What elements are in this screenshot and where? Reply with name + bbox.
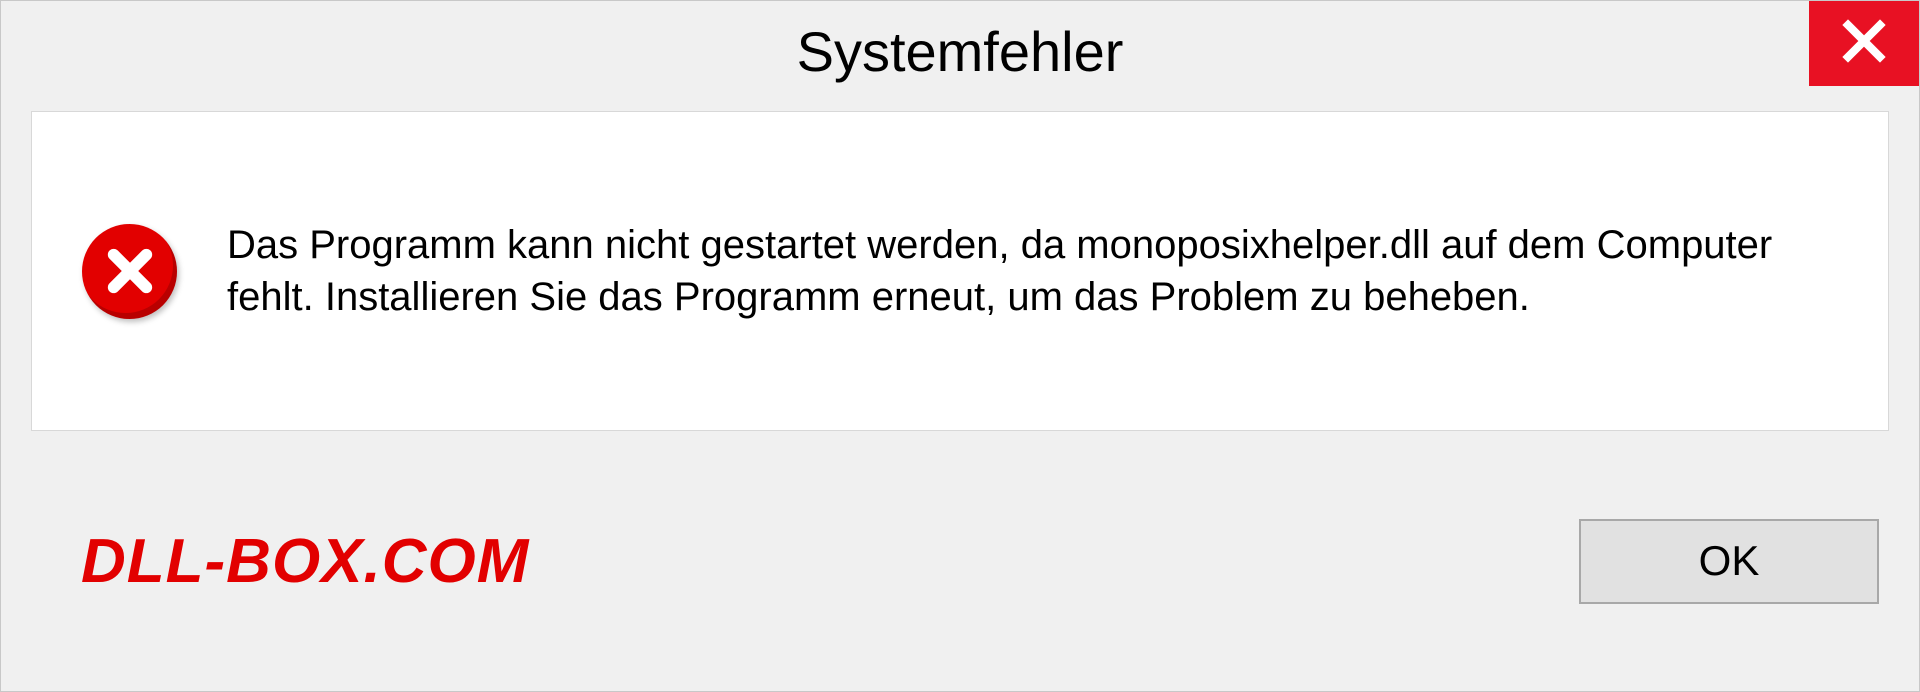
watermark-text: DLL-BOX.COM xyxy=(81,526,529,597)
error-dialog: Systemfehler Das Programm kann nicht ges… xyxy=(0,0,1920,692)
error-icon xyxy=(82,224,177,319)
dialog-title: Systemfehler xyxy=(797,19,1124,84)
dialog-footer: DLL-BOX.COM OK xyxy=(1,431,1919,691)
close-button[interactable] xyxy=(1809,1,1919,86)
error-message: Das Programm kann nicht gestartet werden… xyxy=(227,219,1838,323)
ok-button[interactable]: OK xyxy=(1579,519,1879,604)
close-icon xyxy=(1840,17,1888,70)
message-panel: Das Programm kann nicht gestartet werden… xyxy=(31,111,1889,431)
titlebar: Systemfehler xyxy=(1,1,1919,101)
